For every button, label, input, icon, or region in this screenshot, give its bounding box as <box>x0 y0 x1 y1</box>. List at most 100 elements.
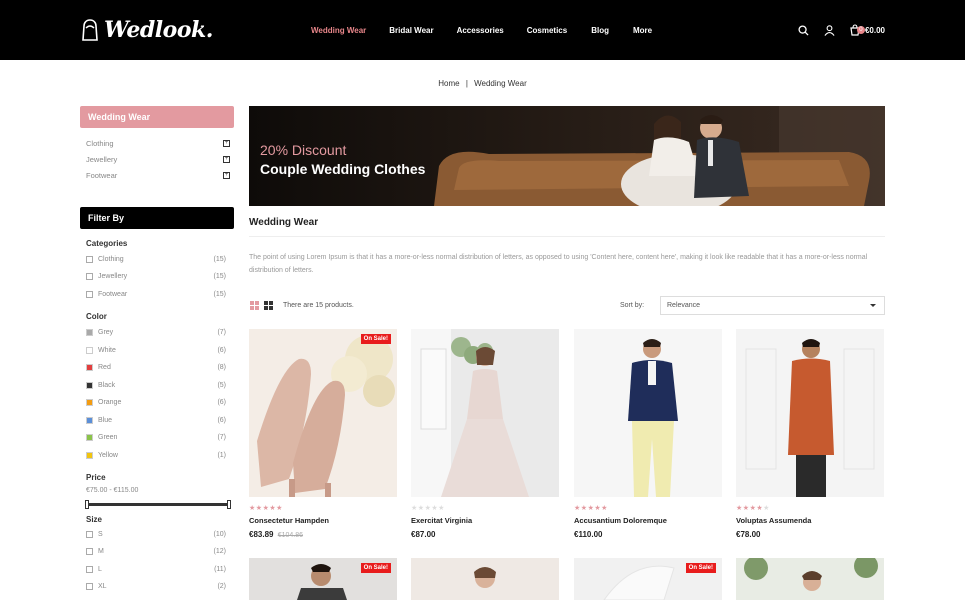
sidebar-category-item[interactable]: Footwear + <box>86 169 230 181</box>
color-swatch[interactable] <box>86 433 93 441</box>
grid-view-icon[interactable] <box>250 301 259 310</box>
color-swatch[interactable] <box>86 451 93 459</box>
color-swatch[interactable] <box>86 346 93 354</box>
star-icon: ★ <box>736 505 743 512</box>
product-price-row: €110.00 <box>574 530 722 539</box>
filter-option[interactable]: L (11) <box>86 564 226 574</box>
filter-label: Black <box>98 381 116 389</box>
product-name[interactable]: Voluptas Assumenda <box>736 516 884 525</box>
cart-button[interactable]: 0 €0.00 <box>849 24 885 36</box>
promo-banner[interactable]: 20% Discount Couple Wedding Clothes <box>249 106 885 206</box>
product-price: €83.89 <box>249 530 274 539</box>
color-swatch[interactable] <box>86 398 93 406</box>
sidebar-category-item[interactable]: Clothing + <box>86 137 230 149</box>
star-icon: ★ <box>574 505 581 512</box>
product-card[interactable]: ★★★★★ Voluptas Assumenda €78.00 <box>736 329 884 539</box>
checkbox[interactable] <box>86 547 93 555</box>
color-swatch[interactable] <box>86 328 93 336</box>
product-price: €110.00 <box>574 530 603 539</box>
slider-handle-max[interactable] <box>227 500 231 509</box>
color-filter-orange[interactable]: Orange (6) <box>86 397 226 407</box>
star-icon: ★ <box>417 505 425 512</box>
search-icon[interactable] <box>797 23 811 37</box>
filter-label: White <box>98 346 116 354</box>
checkbox[interactable] <box>86 272 93 280</box>
color-filter-white[interactable]: White (6) <box>86 345 226 355</box>
nav-item-accessories[interactable]: Accessories <box>457 26 504 35</box>
rating-stars: ★★★★★ <box>574 504 722 512</box>
price-slider[interactable] <box>85 500 231 509</box>
filter-label: Blue <box>98 416 113 424</box>
product-name[interactable]: Accusantium Doloremque <box>574 516 722 525</box>
expand-icon[interactable]: + <box>223 155 230 163</box>
filter-option[interactable]: Clothing (15) <box>86 254 226 264</box>
checkbox[interactable] <box>86 565 93 573</box>
filter-count: (15) <box>213 290 226 298</box>
product-image[interactable] <box>411 329 559 497</box>
logo-text: Wedlook. <box>104 17 213 43</box>
filter-option[interactable]: Jewellery (15) <box>86 271 226 281</box>
product-image[interactable] <box>574 329 722 497</box>
checkbox[interactable] <box>86 255 93 263</box>
sale-badge: On Sale! <box>360 563 391 573</box>
product-image[interactable]: On Sale! <box>574 558 722 600</box>
list-view-icon[interactable] <box>264 301 273 310</box>
expand-icon[interactable]: + <box>223 139 230 147</box>
checkbox[interactable] <box>86 530 93 538</box>
sort-select[interactable]: Relevance <box>660 296 885 315</box>
filter-label: Red <box>98 363 111 371</box>
color-filter-black[interactable]: Black (5) <box>86 380 226 390</box>
filter-count: (5) <box>217 381 226 389</box>
nav-item-bridal-wear[interactable]: Bridal Wear <box>389 26 433 35</box>
filter-count: (6) <box>217 398 226 406</box>
nav-item-cosmetics[interactable]: Cosmetics <box>527 26 567 35</box>
filter-option[interactable]: M (12) <box>86 546 226 556</box>
breadcrumb-current: Wedding Wear <box>474 79 527 88</box>
color-filter-yellow[interactable]: Yellow (1) <box>86 450 226 460</box>
slider-handle-min[interactable] <box>85 500 89 509</box>
color-swatch[interactable] <box>86 363 93 371</box>
color-swatch[interactable] <box>86 381 93 389</box>
product-count: There are 15 products. <box>283 302 354 309</box>
product-image[interactable]: On Sale! <box>249 329 397 497</box>
rating-stars: ★★★★★ <box>249 504 397 512</box>
filter-group-title: Color <box>86 312 107 321</box>
product-card[interactable]: ★★★★★ Accusantium Doloremque €110.00 <box>574 329 722 539</box>
filter-label: L <box>98 565 102 573</box>
product-image[interactable] <box>411 558 559 600</box>
product-card[interactable]: ★★★★★ Exercitat Virginia €87.00 <box>411 329 559 539</box>
nav-item-blog[interactable]: Blog <box>591 26 609 35</box>
user-icon[interactable] <box>823 23 837 37</box>
checkbox[interactable] <box>86 290 93 298</box>
color-filter-red[interactable]: Red (8) <box>86 362 226 372</box>
sidebar-category-label: Jewellery <box>86 154 118 164</box>
sale-badge: On Sale! <box>685 563 716 573</box>
sale-badge: On Sale! <box>360 334 391 344</box>
product-card[interactable]: On Sale! ★★★★★ Consectetur Hampden €83.8… <box>249 329 397 539</box>
divider <box>249 236 885 237</box>
product-image[interactable] <box>736 558 884 600</box>
product-image[interactable]: On Sale! <box>249 558 397 600</box>
color-filter-grey[interactable]: Grey (7) <box>86 327 226 337</box>
color-filter-blue[interactable]: Blue (6) <box>86 415 226 425</box>
filter-option[interactable]: Footwear (15) <box>86 289 226 299</box>
nav-item-wedding-wear[interactable]: Wedding Wear <box>311 26 366 35</box>
color-swatch[interactable] <box>86 416 93 424</box>
expand-icon[interactable]: + <box>223 171 230 179</box>
filter-count: (15) <box>213 255 226 263</box>
product-price: €87.00 <box>411 530 436 539</box>
breadcrumb-home[interactable]: Home <box>438 79 459 88</box>
filter-option[interactable]: XL (2) <box>86 581 226 591</box>
checkbox[interactable] <box>86 582 93 590</box>
color-filter-green[interactable]: Green (7) <box>86 432 226 442</box>
filter-option[interactable]: S (10) <box>86 529 226 539</box>
nav-item-more[interactable]: More <box>633 26 652 35</box>
chevron-down-icon <box>870 304 876 307</box>
product-image[interactable] <box>736 329 884 497</box>
logo[interactable]: Wedlook. <box>80 16 213 44</box>
product-name[interactable]: Exercitat Virginia <box>411 516 559 525</box>
filter-label: Orange <box>98 398 122 406</box>
filter-label: Green <box>98 433 118 441</box>
sidebar-category-item[interactable]: Jewellery + <box>86 153 230 165</box>
product-name[interactable]: Consectetur Hampden <box>249 516 397 525</box>
